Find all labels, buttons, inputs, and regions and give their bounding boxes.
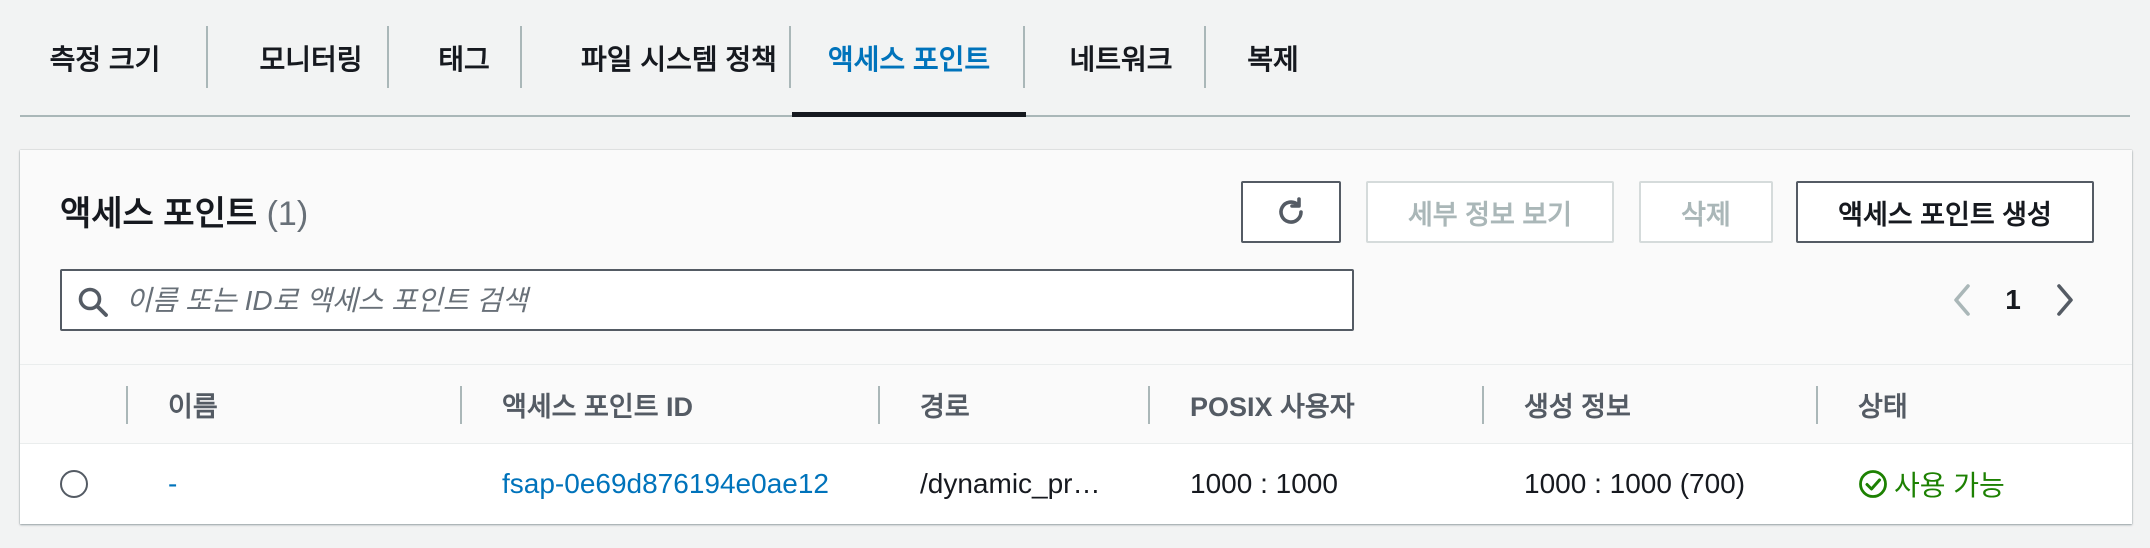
- column-divider: [1148, 386, 1150, 424]
- panel-title-text: 액세스 포인트: [60, 195, 258, 233]
- cell-name[interactable]: -: [168, 444, 177, 524]
- check-circle-icon: [1859, 470, 1887, 498]
- delete-button[interactable]: 삭제: [1639, 181, 1773, 243]
- tab-divider: [387, 26, 389, 88]
- view-details-button[interactable]: 세부 정보 보기: [1366, 181, 1614, 243]
- column-header-creation-info[interactable]: 생성 정보: [1524, 365, 1631, 443]
- status-text: 사용 가능: [1894, 470, 2005, 501]
- tab-divider: [520, 26, 522, 88]
- create-access-point-button[interactable]: 액세스 포인트 생성: [1796, 181, 2094, 243]
- column-header-posix-user[interactable]: POSIX 사용자: [1190, 365, 1355, 443]
- next-page-button[interactable]: [2045, 274, 2085, 326]
- refresh-icon: [1279, 197, 1303, 224]
- tab-divider: [1023, 26, 1025, 88]
- tab-replication[interactable]: 복제: [1218, 0, 1328, 115]
- search-input[interactable]: [124, 277, 1328, 325]
- tab-access-points[interactable]: 액세스 포인트: [792, 0, 1026, 117]
- tab-metrics[interactable]: 측정 크기: [20, 0, 190, 115]
- cell-posix-user: 1000 : 1000: [1190, 468, 1338, 499]
- column-header-access-point-id[interactable]: 액세스 포인트 ID: [502, 365, 693, 443]
- panel-count: (1): [266, 195, 309, 233]
- tab-bar: 측정 크기 모니터링 태그 파일 시스템 정책 액세스 포인트 네트워크 복제: [20, 0, 2130, 117]
- column-header-path[interactable]: 경로: [920, 365, 970, 443]
- tab-file-system-policy[interactable]: 파일 시스템 정책: [539, 0, 819, 115]
- cell-path: /dynamic_pr…: [920, 468, 1101, 499]
- column-divider: [878, 386, 880, 424]
- column-divider: [1482, 386, 1484, 424]
- panel-header: 액세스 포인트 (1) 세부 정보 보기 삭제 액세스 포인트 생성 이름 또는…: [20, 150, 2132, 365]
- tab-divider: [789, 26, 791, 88]
- column-header-name[interactable]: 이름: [168, 365, 218, 443]
- column-header-status[interactable]: 상태: [1858, 365, 1908, 443]
- row-select-radio[interactable]: [60, 470, 88, 498]
- tab-network[interactable]: 네트워크: [1041, 0, 1201, 115]
- tab-divider: [206, 26, 208, 88]
- column-divider: [1816, 386, 1818, 424]
- table-header: 이름 액세스 포인트 ID 경로 POSIX 사용자 생성 정보 상태: [20, 365, 2132, 444]
- pagination: 1: [1942, 274, 2102, 326]
- column-divider: [126, 386, 128, 424]
- chevron-right-icon: [2057, 284, 2073, 316]
- search-box: [60, 269, 1354, 331]
- current-page-number[interactable]: 1: [1998, 274, 2028, 326]
- tab-tags[interactable]: 태그: [409, 0, 519, 115]
- chevron-left-icon: [1954, 284, 1970, 316]
- panel-title: 액세스 포인트 (1): [60, 186, 308, 235]
- cell-status: 사용 가능: [1858, 444, 2005, 524]
- tab-access-points-label: 액세스 포인트: [827, 43, 991, 75]
- tab-divider: [1204, 26, 1206, 88]
- prev-page-button[interactable]: [1942, 274, 1982, 326]
- cell-creation-info: 1000 : 1000 (700): [1524, 468, 1746, 499]
- cell-access-point-id[interactable]: fsap-0e69d876194e0ae12: [502, 444, 829, 524]
- access-points-panel: 액세스 포인트 (1) 세부 정보 보기 삭제 액세스 포인트 생성 이름 또는…: [20, 150, 2132, 524]
- active-tab-indicator: [792, 112, 1026, 117]
- table-row[interactable]: - fsap-0e69d876194e0ae12 /dynamic_pr… 10…: [20, 444, 2132, 524]
- search-icon: [78, 287, 108, 317]
- tab-monitoring[interactable]: 모니터링: [226, 0, 396, 115]
- column-divider: [460, 386, 462, 424]
- refresh-button[interactable]: [1241, 181, 1341, 243]
